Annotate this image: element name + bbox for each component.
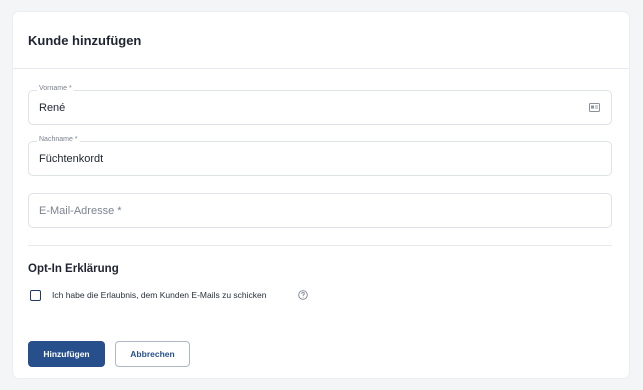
first-name-field[interactable]: Vorname * René: [28, 85, 612, 125]
dialog-title: Kunde hinzufügen: [28, 32, 142, 48]
last-name-field[interactable]: Nachname * Füchtenkordt: [28, 136, 612, 176]
section-divider: [28, 245, 612, 246]
first-name-label: Vorname *: [37, 85, 74, 92]
opt-in-checkbox[interactable]: [30, 290, 41, 301]
add-button[interactable]: Hinzufügen: [28, 341, 105, 367]
email-placeholder: E-Mail-Adresse *: [39, 205, 122, 217]
id-card-icon: [589, 103, 600, 112]
email-field[interactable]: E-Mail-Adresse *: [28, 193, 612, 228]
opt-in-checkbox-label[interactable]: Ich habe die Erlaubnis, dem Kunden E-Mai…: [52, 290, 267, 300]
last-name-label: Nachname *: [37, 136, 80, 143]
add-customer-dialog: Kunde hinzufügen Vorname * René Nachname…: [13, 12, 629, 378]
opt-in-title: Opt-In Erklärung: [28, 263, 119, 275]
first-name-value: René: [39, 102, 66, 114]
help-circle-icon[interactable]: [298, 290, 308, 300]
last-name-value: Füchtenkordt: [39, 153, 104, 165]
dialog-header: Kunde hinzufügen: [13, 12, 629, 69]
cancel-button[interactable]: Abbrechen: [115, 341, 190, 367]
